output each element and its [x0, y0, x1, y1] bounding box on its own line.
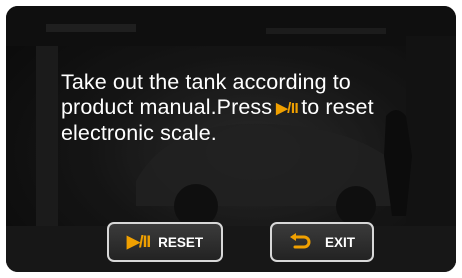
- reset-button[interactable]: ▶/II RESET: [107, 222, 223, 262]
- message-line-2: product manual.Press ▶/II to reset: [61, 95, 446, 121]
- message-line-2-end: to reset: [301, 95, 374, 119]
- reset-button-label: RESET: [158, 234, 204, 250]
- screen: Take out the tank according to product m…: [6, 6, 456, 272]
- play-pause-icon: ▶/II: [276, 100, 299, 117]
- message-line-2-start: product manual.Press: [61, 95, 273, 119]
- message-line-3: electronic scale.: [61, 121, 217, 145]
- exit-button-label: EXIT: [324, 234, 355, 250]
- play-pause-icon: ▶/II: [126, 232, 151, 251]
- instruction-message: Take out the tank according to product m…: [61, 70, 446, 146]
- message-line-1: Take out the tank according to: [61, 70, 351, 94]
- return-arrow-icon: [289, 233, 311, 251]
- exit-button[interactable]: EXIT: [270, 222, 374, 262]
